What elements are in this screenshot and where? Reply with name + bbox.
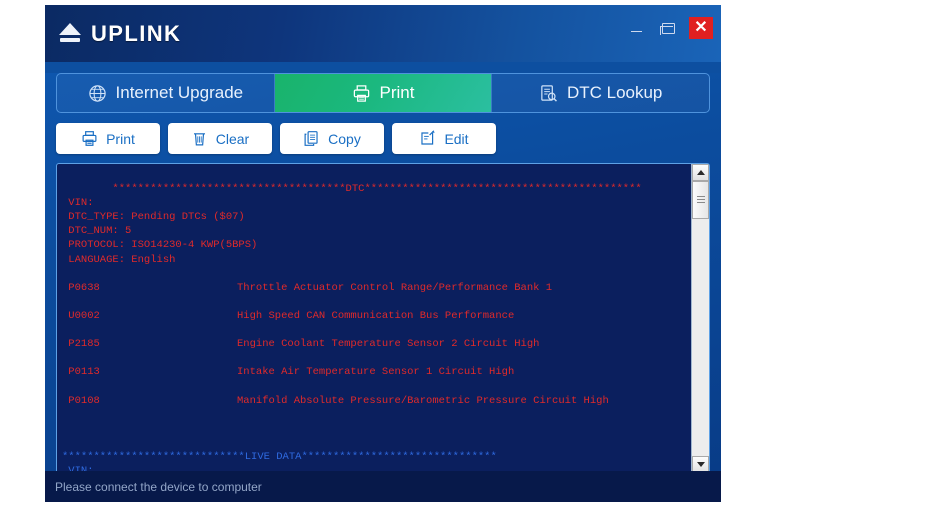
dtc-code: U0002	[62, 309, 100, 322]
dtc-row: P2185 Engine Coolant Temperature Sensor 2…	[62, 337, 690, 365]
button-label: Clear	[215, 130, 250, 147]
field-dtc-num: DTC_NUM: 5	[62, 225, 132, 238]
tab-label: Print	[379, 83, 415, 102]
edit-button[interactable]: Edit	[392, 123, 496, 154]
dtc-description: Throttle Actuator Control Range/Performa…	[237, 281, 553, 294]
brand-name: UPLINK	[91, 20, 182, 46]
button-label: Print	[106, 130, 135, 147]
dtc-code: P0113	[62, 366, 100, 379]
dtc-row: P0113 Intake Air Temperature Sensor 1 Cir…	[62, 365, 690, 393]
scroll-up-button[interactable]	[692, 164, 709, 181]
window-body: Internet Upgrade Print DTC Lookup Print …	[45, 73, 721, 502]
dtc-code: P2185	[62, 338, 100, 351]
dtc-row: U0002 High Speed CAN Communication Bus Pe…	[62, 309, 690, 337]
toolbar: Print Clear Copy Edit	[56, 123, 710, 154]
status-message: Please connect the device to computer	[55, 479, 262, 494]
application-window: UPLINK ✕ Internet Upgrade Print DTC Look…	[45, 5, 721, 502]
tab-bar: Internet Upgrade Print DTC Lookup	[56, 73, 710, 113]
dtc-description: High Speed CAN Communication Bus Perform…	[237, 309, 515, 322]
field-protocol: PROTOCOL: ISO14230-4 KWP(5BPS)	[62, 239, 258, 252]
dtc-row: P0108 Manifold Absolute Pressure/Barometr…	[62, 394, 690, 422]
printer-icon	[353, 84, 369, 102]
field-language: LANGUAGE: English	[62, 253, 176, 266]
minimize-button[interactable]	[625, 18, 647, 38]
dtc-header: *************************************DTC…	[112, 183, 642, 196]
clear-button[interactable]: Clear	[168, 123, 272, 154]
copy-icon	[304, 131, 318, 146]
maximize-button[interactable]	[657, 18, 679, 38]
copy-button[interactable]: Copy	[280, 123, 384, 154]
scrollbar-track[interactable]	[692, 181, 709, 456]
field-dtc-type: DTC_TYPE: Pending DTCs ($07)	[62, 211, 245, 224]
dtc-row: P0638 Throttle Actuator Control Range/Per…	[62, 281, 690, 309]
title-bar: UPLINK ✕	[45, 5, 721, 62]
globe-icon	[88, 84, 106, 102]
trash-icon	[193, 133, 205, 146]
scrollbar-thumb[interactable]	[692, 181, 709, 219]
chevron-down-icon	[696, 462, 705, 467]
print-button[interactable]: Print	[56, 123, 160, 154]
chevron-up-icon	[696, 170, 705, 175]
dtc-description: Intake Air Temperature Sensor 1 Circuit …	[237, 366, 515, 379]
tab-dtc-lookup[interactable]: DTC Lookup	[492, 74, 709, 112]
dtc-code: P0638	[62, 281, 100, 294]
output-text[interactable]: *************************************DTC…	[57, 164, 690, 473]
printer-icon	[82, 131, 97, 146]
livedata-header: *****************************LIVE DATA**…	[62, 450, 497, 463]
dtc-description: Engine Coolant Temperature Sensor 2 Circ…	[237, 338, 540, 351]
brand: UPLINK	[58, 21, 181, 47]
close-button[interactable]: ✕	[689, 17, 713, 39]
tab-label: Internet Upgrade	[115, 83, 244, 102]
tab-internet-upgrade[interactable]: Internet Upgrade	[57, 74, 275, 112]
window-controls: ✕	[625, 17, 713, 39]
field-vin: VIN:	[62, 197, 94, 210]
edit-pencil-icon	[421, 130, 436, 145]
dtc-code: P0108	[62, 394, 100, 407]
vertical-scrollbar[interactable]	[691, 164, 709, 473]
document-search-icon	[541, 84, 557, 102]
button-label: Edit	[444, 130, 469, 147]
scrollbar-grip	[697, 196, 705, 205]
output-panel[interactable]: *************************************DTC…	[56, 163, 710, 474]
eject-icon	[58, 22, 82, 45]
tab-label: DTC Lookup	[566, 83, 663, 102]
dtc-description: Manifold Absolute Pressure/Barometric Pr…	[237, 394, 609, 407]
button-label: Copy	[328, 130, 361, 147]
tab-print[interactable]: Print	[274, 74, 493, 112]
status-bar: Please connect the device to computer	[45, 471, 721, 502]
